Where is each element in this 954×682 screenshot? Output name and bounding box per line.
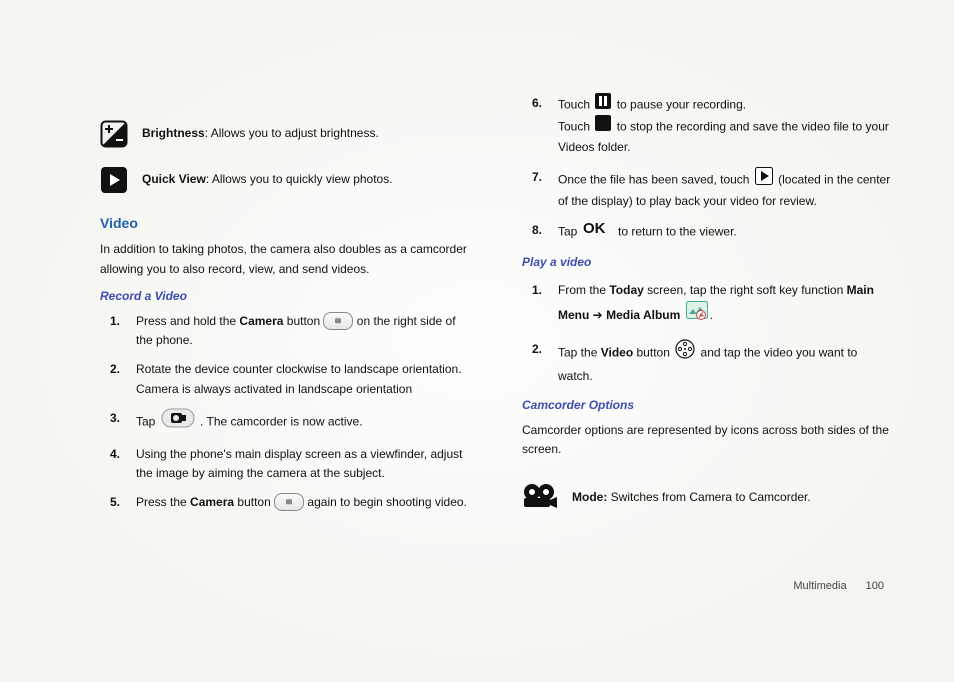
- camcorder-options-intro: Camcorder options are represented by ico…: [522, 421, 894, 459]
- camera-button-icon: [274, 493, 304, 511]
- text: . The camcorder is now active.: [200, 414, 363, 428]
- record-step-6: 6. Touch to pause your recording. Touch: [540, 94, 894, 158]
- video-label: Video: [601, 346, 633, 360]
- text: Press the: [136, 495, 190, 509]
- record-step-2: 2. Rotate the device counter clockwise t…: [118, 360, 472, 398]
- ok-icon: OK: [583, 220, 613, 242]
- video-heading: Video: [100, 212, 472, 234]
- record-step-8: 8. Tap OK to return to the viewer.: [540, 221, 894, 243]
- pause-icon: [595, 93, 611, 115]
- text: to return to the viewer.: [618, 224, 737, 238]
- brightness-row: Brightness: Allows you to adjust brightn…: [100, 120, 472, 148]
- mode-row: Mode: Switches from Camera to Camcorder.: [522, 483, 894, 511]
- step-number: 2.: [532, 340, 542, 359]
- text: Rotate the device counter clockwise to l…: [136, 362, 462, 395]
- camera-button-icon: [323, 312, 353, 330]
- record-step-1: 1. Press and hold the Camera button on t…: [118, 312, 472, 350]
- media-album-label: Media Album: [606, 308, 680, 322]
- footer-page-number: 100: [866, 580, 884, 592]
- text: Tap: [136, 414, 159, 428]
- play-step-2: 2. Tap the Video button and tap the vide…: [540, 340, 894, 385]
- text: again to begin shooting video.: [304, 495, 467, 509]
- camcorder-mode-icon: [522, 483, 558, 511]
- text: to pause your recording.: [617, 97, 746, 111]
- left-column: Brightness: Allows you to adjust brightn…: [100, 80, 472, 652]
- svg-text:OK: OK: [583, 220, 606, 236]
- mode-desc: Mode: Switches from Camera to Camcorder.: [572, 488, 811, 507]
- record-step-3: 3. Tap . The camcorder is now active.: [118, 409, 472, 435]
- step-number: 4.: [110, 445, 120, 464]
- media-album-icon: [686, 301, 708, 329]
- quickview-row: Quick View: Allows you to quickly view p…: [100, 166, 472, 194]
- quickview-icon: [100, 166, 128, 194]
- camcorder-tap-icon: [161, 408, 195, 434]
- step-number: 7.: [532, 168, 542, 187]
- record-video-heading: Record a Video: [100, 287, 472, 306]
- text: [680, 308, 683, 322]
- camera-label: Camera: [239, 314, 283, 328]
- text: screen, tap the right soft key function: [644, 283, 847, 297]
- brightness-desc: Brightness: Allows you to adjust brightn…: [142, 124, 379, 143]
- brightness-text: : Allows you to adjust brightness.: [205, 126, 379, 140]
- quickview-desc: Quick View: Allows you to quickly view p…: [142, 170, 393, 189]
- step-number: 3.: [110, 409, 120, 428]
- text: Tap the: [558, 346, 601, 360]
- play-list: 1. From the Today screen, tap the right …: [522, 278, 894, 385]
- video-intro: In addition to taking photos, the camera…: [100, 240, 472, 278]
- quickview-text: : Allows you to quickly view photos.: [206, 172, 393, 186]
- text: button: [283, 314, 323, 328]
- stop-icon: [595, 115, 611, 137]
- brightness-icon: [100, 120, 128, 148]
- step-number: 8.: [532, 221, 542, 240]
- record-list: 1. Press and hold the Camera button on t…: [100, 312, 472, 513]
- mode-text: Switches from Camera to Camcorder.: [607, 490, 810, 504]
- arrow-text: ➔: [589, 308, 606, 322]
- text: .: [710, 308, 713, 322]
- text: button: [234, 495, 274, 509]
- record-step-4: 4. Using the phone's main display screen…: [118, 445, 472, 483]
- record-step-5: 5. Press the Camera button again to begi…: [118, 493, 472, 512]
- manual-page: Brightness: Allows you to adjust brightn…: [0, 0, 954, 682]
- camera-label: Camera: [190, 495, 234, 509]
- step-number: 1.: [532, 278, 542, 302]
- text: button: [633, 346, 673, 360]
- play-video-heading: Play a video: [522, 253, 894, 272]
- record-list-continued: 6. Touch to pause your recording. Touch: [522, 94, 894, 243]
- text: Tap: [558, 224, 581, 238]
- step-number: 2.: [110, 360, 120, 379]
- step-number: 6.: [532, 94, 542, 113]
- text: Touch: [558, 97, 593, 111]
- page-footer: Multimedia 100: [793, 580, 884, 592]
- quickview-label: Quick View: [142, 172, 206, 186]
- today-label: Today: [609, 283, 643, 297]
- step-number: 5.: [110, 493, 120, 512]
- record-step-7: 7. Once the file has been saved, touch (…: [540, 168, 894, 211]
- step-number: 1.: [110, 312, 120, 331]
- text: From the: [558, 283, 609, 297]
- mode-label: Mode:: [572, 490, 607, 504]
- text: Once the file has been saved, touch: [558, 172, 753, 186]
- play-icon: [755, 167, 773, 191]
- right-column: 6. Touch to pause your recording. Touch: [522, 80, 894, 652]
- text: Using the phone's main display screen as…: [136, 447, 462, 480]
- camcorder-options-heading: Camcorder Options: [522, 396, 894, 415]
- text: Press and hold the: [136, 314, 239, 328]
- play-step-1: 1. From the Today screen, tap the right …: [540, 278, 894, 330]
- text: Touch: [558, 119, 593, 133]
- video-reel-icon: [675, 339, 695, 365]
- footer-section: Multimedia: [793, 580, 846, 592]
- brightness-label: Brightness: [142, 126, 205, 140]
